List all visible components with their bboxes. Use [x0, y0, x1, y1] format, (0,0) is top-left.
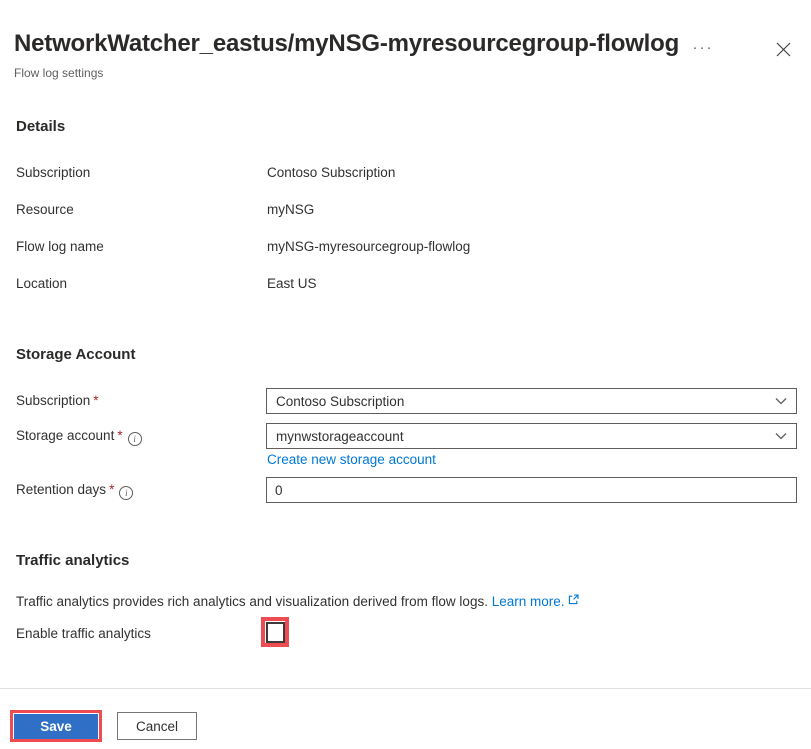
storage-account-field-label-text: Storage account — [16, 428, 114, 443]
create-new-storage-account-link[interactable]: Create new storage account — [267, 452, 436, 467]
storage-account-heading: Storage Account — [16, 346, 135, 363]
details-heading: Details — [16, 118, 65, 135]
retention-days-field-label: Retention days* i — [16, 482, 133, 500]
footer-divider — [0, 688, 811, 689]
annotation-highlight-checkbox — [261, 617, 289, 647]
detail-value-resource: myNSG — [267, 202, 314, 217]
more-options-button[interactable]: ··· — [686, 36, 720, 60]
detail-label-flow-log-name: Flow log name — [16, 239, 104, 254]
enable-traffic-analytics-checkbox[interactable] — [266, 622, 285, 643]
traffic-analytics-heading: Traffic analytics — [16, 552, 129, 569]
page-title: NetworkWatcher_eastus/myNSG-myresourcegr… — [14, 30, 679, 58]
chevron-down-icon — [774, 431, 788, 441]
enable-traffic-analytics-label: Enable traffic analytics — [16, 626, 151, 641]
retention-days-field-label-text: Retention days — [16, 482, 106, 497]
external-link-icon — [568, 594, 579, 605]
detail-label-resource: Resource — [16, 202, 74, 217]
required-marker: * — [109, 482, 114, 497]
save-button[interactable]: Save — [14, 714, 98, 739]
subscription-dropdown-value: Contoso Subscription — [276, 394, 774, 409]
page-subtitle: Flow log settings — [14, 66, 103, 80]
flow-log-settings-pane: NetworkWatcher_eastus/myNSG-myresourcegr… — [0, 0, 811, 749]
traffic-analytics-description-text: Traffic analytics provides rich analytic… — [16, 594, 488, 609]
subscription-dropdown[interactable]: Contoso Subscription — [266, 388, 797, 414]
subscription-field-label-text: Subscription — [16, 393, 90, 408]
learn-more-link[interactable]: Learn more. — [492, 594, 565, 609]
storage-account-dropdown-value: mynwstorageaccount — [276, 429, 774, 444]
detail-value-flow-log-name: myNSG-myresourcegroup-flowlog — [267, 239, 470, 254]
detail-label-subscription: Subscription — [16, 165, 90, 180]
info-icon[interactable]: i — [119, 486, 133, 500]
close-icon — [776, 42, 791, 57]
subscription-field-label: Subscription* — [16, 393, 99, 408]
chevron-down-icon — [774, 396, 788, 406]
required-marker: * — [117, 428, 122, 443]
detail-label-location: Location — [16, 276, 67, 291]
detail-value-location: East US — [267, 276, 317, 291]
annotation-highlight-save: Save — [10, 710, 102, 742]
storage-account-field-label: Storage account* i — [16, 428, 142, 446]
detail-value-subscription: Contoso Subscription — [267, 165, 395, 180]
info-icon[interactable]: i — [128, 432, 142, 446]
cancel-button[interactable]: Cancel — [117, 712, 197, 740]
close-button[interactable] — [770, 36, 796, 62]
traffic-analytics-description: Traffic analytics provides rich analytic… — [16, 594, 579, 609]
retention-days-input[interactable] — [266, 477, 797, 503]
storage-account-dropdown[interactable]: mynwstorageaccount — [266, 423, 797, 449]
required-marker: * — [93, 393, 98, 408]
ellipsis-icon: ··· — [693, 43, 714, 53]
